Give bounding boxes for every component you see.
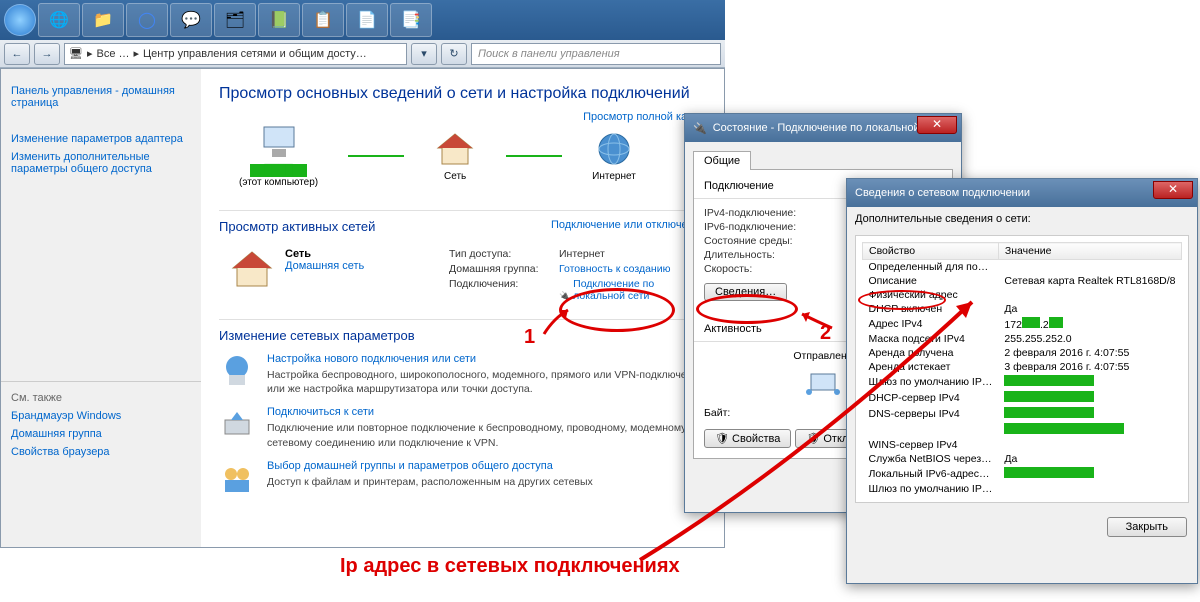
task-description: Доступ к файлам и принтерам, расположенн…: [267, 475, 593, 489]
table-row: WINS-сервер IPv4: [863, 438, 1182, 452]
sidebar: Панель управления - домашняя страница Из…: [1, 69, 201, 547]
sidebar-home[interactable]: Панель управления - домашняя страница: [11, 85, 191, 109]
refresh-button[interactable]: ↻: [441, 43, 467, 65]
new-connection-icon: [219, 353, 255, 389]
table-row: ОписаниеСетевая карта Realtek RTL8168D/8: [863, 274, 1182, 288]
table-row: [863, 422, 1182, 438]
computer-icon: 🖥: [69, 47, 83, 60]
computer-icon: [258, 123, 300, 161]
details-header-label: Дополнительные сведения о сети:: [847, 207, 1197, 227]
network-name: Сеть: [285, 248, 364, 260]
breadcrumb[interactable]: 🖥 ▸ Все … ▸ Центр управления сетями и об…: [64, 43, 407, 65]
properties-button[interactable]: 🛡 Свойства: [704, 429, 791, 448]
table-row: Служба NetBIOS через…Да: [863, 452, 1182, 466]
homegroup-ready-link[interactable]: Готовность к созданию: [559, 263, 670, 275]
globe-icon: [593, 130, 635, 168]
taskbar-app[interactable]: 📗: [258, 3, 300, 37]
taskbar-app[interactable]: 💬: [170, 3, 212, 37]
address-bar: ← → 🖥 ▸ Все … ▸ Центр управления сетями …: [0, 40, 725, 68]
table-row: Аренда истекает3 февраля 2016 г. 4:07:55: [863, 360, 1182, 374]
sidebar-homegroup[interactable]: Домашняя группа: [11, 428, 191, 440]
table-row: DHCP-сервер IPv4: [863, 390, 1182, 406]
taskbar: 🌐 📁 ◯ 💬 🗂 📗 📋 📄 📑: [0, 0, 725, 40]
annotation-arrow-2: [792, 306, 836, 336]
house-icon: [434, 130, 476, 168]
forward-button[interactable]: →: [34, 43, 60, 65]
this-pc-node: ████ (этот компьютер): [239, 123, 318, 188]
see-also-label: См. также: [11, 392, 191, 404]
page-title: Просмотр основных сведений о сети и наст…: [219, 85, 706, 103]
network-icon: 🔌: [693, 122, 707, 135]
sidebar-adapter-settings[interactable]: Изменение параметров адаптера: [11, 133, 191, 145]
taskbar-app[interactable]: ◯: [126, 3, 168, 37]
network-details-dialog: Сведения о сетевом подключении ✕ Дополни…: [846, 178, 1198, 584]
taskbar-app[interactable]: 📋: [302, 3, 344, 37]
annotation-arrow-1: [540, 300, 580, 340]
close-dialog-button[interactable]: Закрыть: [1107, 517, 1187, 537]
dialog-titlebar: Сведения о сетевом подключении: [847, 179, 1197, 207]
network-map: ████ (этот компьютер) Сеть Интернет: [219, 117, 706, 202]
table-row: DHCP включенДа: [863, 302, 1182, 316]
taskbar-app[interactable]: 🌐: [38, 3, 80, 37]
table-row: DNS-серверы IPv4: [863, 406, 1182, 422]
internet-node: Интернет: [592, 130, 636, 182]
start-orb[interactable]: [4, 4, 36, 36]
change-settings-header: Изменение сетевых параметров: [219, 319, 706, 343]
taskbar-app[interactable]: 📑: [390, 3, 432, 37]
crumb-segment[interactable]: Все …: [97, 48, 130, 60]
network-type-link[interactable]: Домашняя сеть: [285, 260, 364, 272]
table-row: Аренда получена2 февраля 2016 г. 4:07:55: [863, 346, 1182, 360]
taskbar-app[interactable]: 📄: [346, 3, 388, 37]
close-button[interactable]: ✕: [1153, 181, 1193, 199]
annotation-number-1: 1: [524, 326, 535, 349]
crumb-segment[interactable]: Центр управления сетями и общим досту…: [143, 48, 367, 60]
homegroup-sharing-link[interactable]: Выбор домашней группы и параметров общег…: [267, 460, 593, 472]
table-row: Шлюз по умолчанию IP…: [863, 374, 1182, 390]
house-icon: [229, 248, 275, 290]
active-networks-header: Просмотр активных сетей Подключение или …: [219, 210, 706, 234]
connect-disconnect-link[interactable]: Подключение или отключение: [551, 219, 706, 231]
search-input[interactable]: Поиск в панели управления: [471, 43, 721, 65]
task-description: Настройка беспроводного, широкополосного…: [267, 368, 706, 396]
history-dropdown[interactable]: ▾: [411, 43, 437, 65]
main-content: Просмотр основных сведений о сети и наст…: [201, 69, 724, 547]
close-button[interactable]: ✕: [917, 116, 957, 134]
homegroup-icon: [219, 460, 255, 496]
annotation-caption: Ip адрес в сетевых подключениях: [340, 555, 680, 578]
table-row: Шлюз по умолчанию IP…: [863, 482, 1182, 496]
sidebar-sharing-settings[interactable]: Изменить дополнительные параметры общего…: [11, 151, 191, 175]
back-button[interactable]: ←: [4, 43, 30, 65]
network-node: Сеть: [434, 130, 476, 182]
table-row: Локальный IPv6-адрес…: [863, 466, 1182, 482]
connection-link[interactable]: Подключение по локальной сети: [573, 278, 663, 302]
task-description: Подключение или повторное подключение к …: [267, 421, 706, 449]
network-center-window: ? Панель управления - домашняя страница …: [0, 68, 725, 548]
details-table: Свойство Значение Определенный для по…Оп…: [862, 242, 1182, 496]
table-row: Определенный для по…: [863, 260, 1182, 275]
col-property[interactable]: Свойство: [863, 243, 999, 260]
connect-network-link[interactable]: Подключиться к сети: [267, 406, 706, 418]
connect-icon: [219, 406, 255, 442]
table-row: Маска подсети IPv4255.255.252.0: [863, 332, 1182, 346]
col-value[interactable]: Значение: [998, 243, 1181, 260]
taskbar-app[interactable]: 🗂: [214, 3, 256, 37]
tab-general[interactable]: Общие: [693, 151, 751, 170]
sidebar-firewall[interactable]: Брандмауэр Windows: [11, 410, 191, 422]
sidebar-browser-props[interactable]: Свойства браузера: [11, 446, 191, 458]
taskbar-app[interactable]: 📁: [82, 3, 124, 37]
table-row: Физический адрес: [863, 288, 1182, 302]
table-row: Адрес IPv4172.2: [863, 316, 1182, 332]
setup-connection-link[interactable]: Настройка нового подключения или сети: [267, 353, 706, 365]
details-button[interactable]: Сведения…: [704, 283, 787, 301]
active-network-panel: Сеть Домашняя сеть Тип доступа:Интернет …: [219, 242, 706, 311]
